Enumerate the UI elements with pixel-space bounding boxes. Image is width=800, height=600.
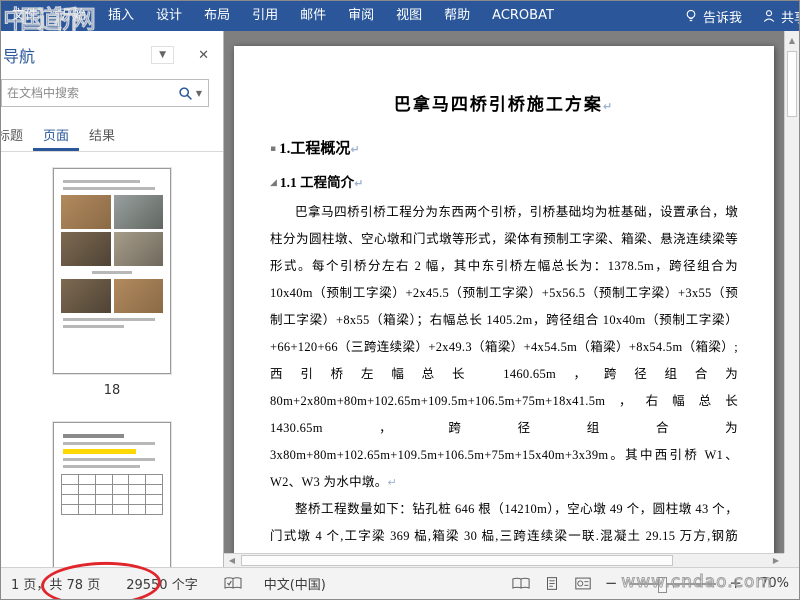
nav-tab-headings[interactable]: 标题 bbox=[1, 121, 33, 151]
vertical-scrollbar[interactable]: ▲ bbox=[784, 31, 799, 553]
zoom-slider-tick bbox=[673, 579, 675, 588]
document-area: 巴拿马四桥引桥施工方案↵ ▪ 1.工程概况↵ ◢ 1.1 工程简介↵ 巴拿马四桥引桥… bbox=[224, 31, 799, 567]
thumbnail-photo bbox=[61, 232, 111, 266]
thumbnail-highlighted-line bbox=[63, 449, 137, 454]
heading-1: ▪ 1.工程概况↵ bbox=[270, 137, 738, 158]
ribbon-tab-view[interactable]: 视图 bbox=[385, 1, 433, 31]
thumbnail-photo bbox=[113, 279, 163, 313]
document-search-box: ▼ bbox=[1, 79, 209, 107]
thumbnail-photo bbox=[61, 195, 111, 229]
thumbnail-text-line bbox=[63, 318, 155, 321]
status-bar: 1 页，共 78 页 29550 个字 中文(中国) − + 70% bbox=[1, 567, 799, 599]
heading-1-1-text: 1.1 工程简介 bbox=[279, 175, 355, 190]
thumbnail-photo bbox=[113, 232, 163, 266]
read-mode-icon[interactable] bbox=[512, 576, 530, 591]
scroll-up-icon[interactable]: ▲ bbox=[785, 33, 799, 49]
tell-me-button[interactable]: 告诉我 bbox=[674, 7, 752, 26]
ribbon-tab-review[interactable]: 审阅 bbox=[337, 1, 385, 31]
thumbnail-caption-line bbox=[91, 271, 133, 274]
navigation-pane-title: 导航 bbox=[3, 47, 36, 66]
tell-me-label: 告诉我 bbox=[702, 10, 742, 26]
document-content: 巴拿马四桥引桥施工方案↵ ▪ 1.工程概况↵ ◢ 1.1 工程简介↵ 巴拿马四桥引桥… bbox=[234, 46, 774, 567]
navigation-tabs: 标题 页面 结果 bbox=[1, 121, 223, 152]
share-button[interactable]: 共享 bbox=[752, 7, 799, 26]
zoom-in-button[interactable]: + bbox=[729, 576, 742, 591]
lightbulb-icon bbox=[686, 9, 696, 22]
web-layout-icon[interactable] bbox=[574, 576, 592, 591]
thumbnail-photo-grid bbox=[61, 279, 163, 313]
language-indicator[interactable]: 中文(中国) bbox=[264, 574, 326, 593]
ribbon-tab-references[interactable]: 引用 bbox=[241, 1, 289, 31]
body-paragraph-1-text: 巴拿马四桥引桥工程分为东西两个引桥，引桥基础均为桩基础，设置承台，墩柱分为圆柱墩… bbox=[270, 205, 738, 489]
status-bar-right-group: − + 70% bbox=[512, 576, 789, 593]
thumbnail-heading-line bbox=[63, 434, 125, 438]
thumbnail-photo bbox=[61, 279, 111, 313]
heading-1-1: ◢ 1.1 工程简介↵ bbox=[270, 171, 738, 191]
ribbon-tab-design[interactable]: 设计 bbox=[145, 1, 193, 31]
page-thumbnail-list: 18 bbox=[1, 152, 223, 567]
thumbnail-text-line bbox=[63, 442, 155, 445]
nav-tab-pages[interactable]: 页面 bbox=[33, 121, 80, 151]
word-window: 文件 开始 插入 设计 布局 引用 邮件 审阅 视图 帮助 ACROBAT 告诉… bbox=[0, 0, 800, 600]
document-title: 巴拿马四桥引桥施工方案↵ bbox=[270, 90, 738, 115]
zoom-level[interactable]: 70% bbox=[755, 576, 789, 591]
ribbon-tab-help[interactable]: 帮助 bbox=[433, 1, 481, 31]
navigation-pane-header: 导航 ▼ ✕ bbox=[1, 31, 223, 69]
ribbon-tab-mailings[interactable]: 邮件 bbox=[289, 1, 337, 31]
search-icon[interactable] bbox=[178, 86, 193, 101]
horizontal-scrollbar-thumb[interactable] bbox=[241, 555, 673, 566]
zoom-slider-knob[interactable] bbox=[657, 576, 667, 593]
thumbnail-text-line bbox=[63, 465, 140, 468]
thumbnail-text-line bbox=[63, 325, 125, 328]
nav-tab-results[interactable]: 结果 bbox=[79, 121, 125, 151]
zoom-slider[interactable] bbox=[630, 576, 717, 593]
ribbon-tab-bar: 文件 开始 插入 设计 布局 引用 邮件 审阅 视图 帮助 ACROBAT 告诉… bbox=[1, 1, 799, 31]
ribbon-tab-home[interactable]: 开始 bbox=[49, 1, 97, 31]
thumbnail-photo bbox=[113, 195, 163, 229]
heading-expand-icon[interactable]: ◢ bbox=[270, 178, 277, 188]
search-options-dropdown-icon[interactable]: ▼ bbox=[193, 89, 208, 98]
proofing-status-icon[interactable] bbox=[224, 576, 242, 591]
print-layout-icon[interactable] bbox=[543, 576, 561, 591]
page-count-indicator[interactable]: 1 页，共 78 页 bbox=[11, 574, 100, 593]
document-title-text: 巴拿马四桥引桥施工方案 bbox=[393, 95, 603, 114]
thumbnail-text-line bbox=[63, 458, 155, 461]
ribbon-tabs: 文件 开始 插入 设计 布局 引用 邮件 审阅 视图 帮助 ACROBAT bbox=[1, 1, 565, 31]
page-thumbnail-19[interactable] bbox=[53, 422, 171, 567]
thumbnail-page-number: 18 bbox=[103, 383, 121, 398]
heading-collapse-icon[interactable]: ▪ bbox=[270, 144, 276, 154]
close-icon[interactable]: ✕ bbox=[194, 48, 213, 63]
scroll-left-icon[interactable]: ◀ bbox=[225, 554, 239, 567]
scroll-right-icon[interactable]: ▶ bbox=[769, 554, 783, 567]
ribbon-tab-layout[interactable]: 布局 bbox=[193, 1, 241, 31]
thumbnail-photo-grid bbox=[61, 195, 163, 266]
navigation-options-dropdown[interactable]: ▼ bbox=[151, 46, 175, 64]
person-icon bbox=[763, 10, 775, 22]
ribbon-tab-file[interactable]: 文件 bbox=[1, 1, 49, 31]
thumbnail-text-line bbox=[63, 180, 140, 183]
paragraph-mark: ↵ bbox=[602, 100, 615, 113]
page-thumbnail-18[interactable] bbox=[53, 168, 171, 374]
word-count-indicator[interactable]: 29550 个字 bbox=[126, 574, 198, 593]
document-page[interactable]: 巴拿马四桥引桥施工方案↵ ▪ 1.工程概况↵ ◢ 1.1 工程简介↵ 巴拿马四桥引桥… bbox=[234, 46, 774, 567]
vertical-scrollbar-thumb[interactable] bbox=[787, 51, 797, 117]
ribbon-tab-acrobat[interactable]: ACROBAT bbox=[481, 1, 565, 31]
horizontal-scrollbar[interactable]: ◀ ▶ bbox=[224, 553, 784, 567]
heading-1-text: 1.工程概况 bbox=[279, 141, 351, 157]
search-input[interactable] bbox=[2, 86, 178, 100]
navigation-pane: 导航 ▼ ✕ ▼ 标题 页面 结果 bbox=[1, 31, 224, 567]
paragraph-mark: ↵ bbox=[387, 476, 398, 489]
scrollbar-corner bbox=[784, 553, 799, 567]
share-label: 共享 bbox=[780, 10, 799, 26]
body-paragraph-1: 巴拿马四桥引桥工程分为东西两个引桥，引桥基础均为桩基础，设置承台，墩柱分为圆柱墩… bbox=[270, 199, 738, 496]
thumbnail-table bbox=[61, 474, 163, 515]
paragraph-mark: ↵ bbox=[350, 143, 360, 156]
zoom-out-button[interactable]: − bbox=[605, 576, 618, 591]
paragraph-mark: ↵ bbox=[354, 177, 364, 190]
thumbnail-text-line bbox=[63, 187, 155, 190]
ribbon-tab-insert[interactable]: 插入 bbox=[97, 1, 145, 31]
ribbon-right-group: 告诉我 共享 bbox=[674, 1, 799, 31]
